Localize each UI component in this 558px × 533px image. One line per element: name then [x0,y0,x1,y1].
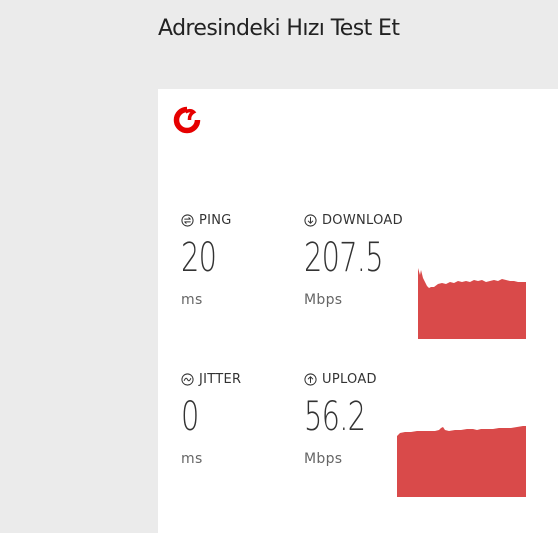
jitter-header: JITTER [181,372,241,387]
download-speed-graph [418,268,526,339]
page-title: Adresindeki Hızı Test Et [158,16,400,41]
download-metric: DOWNLOAD 207.5 Mbps [304,213,414,308]
upload-unit: Mbps [304,451,343,467]
ping-label: PING [199,213,232,228]
jitter-label: JITTER [199,372,242,387]
ping-header: PING [181,213,232,228]
upload-value: 56.2 [304,394,366,440]
download-header: DOWNLOAD [304,213,414,228]
speed-test-page: Adresindeki Hızı Test Et PING 20 ms DOWN… [0,0,558,533]
upload-header: UPLOAD [304,372,389,387]
upload-icon [304,373,317,386]
download-graph-area [418,268,526,339]
download-label: DOWNLOAD [322,213,403,228]
ping-icon [181,214,194,227]
download-unit: Mbps [304,292,343,308]
download-value: 207.5 [304,235,384,281]
ping-metric: PING 20 ms [181,213,232,308]
jitter-metric: JITTER 0 ms [181,372,241,467]
jitter-icon [181,373,194,386]
upload-metric: UPLOAD 56.2 Mbps [304,372,389,467]
upload-label: UPLOAD [322,372,377,387]
download-icon [304,214,317,227]
jitter-unit: ms [181,451,203,467]
ping-value: 20 [181,235,217,281]
vodafone-logo-icon [173,106,201,134]
ping-unit: ms [181,292,203,308]
upload-speed-graph [397,426,526,497]
upload-graph-area [397,426,526,497]
speed-test-card: PING 20 ms DOWNLOAD 207.5 Mbps JITTER 0 … [158,89,558,533]
jitter-value: 0 [181,394,199,440]
